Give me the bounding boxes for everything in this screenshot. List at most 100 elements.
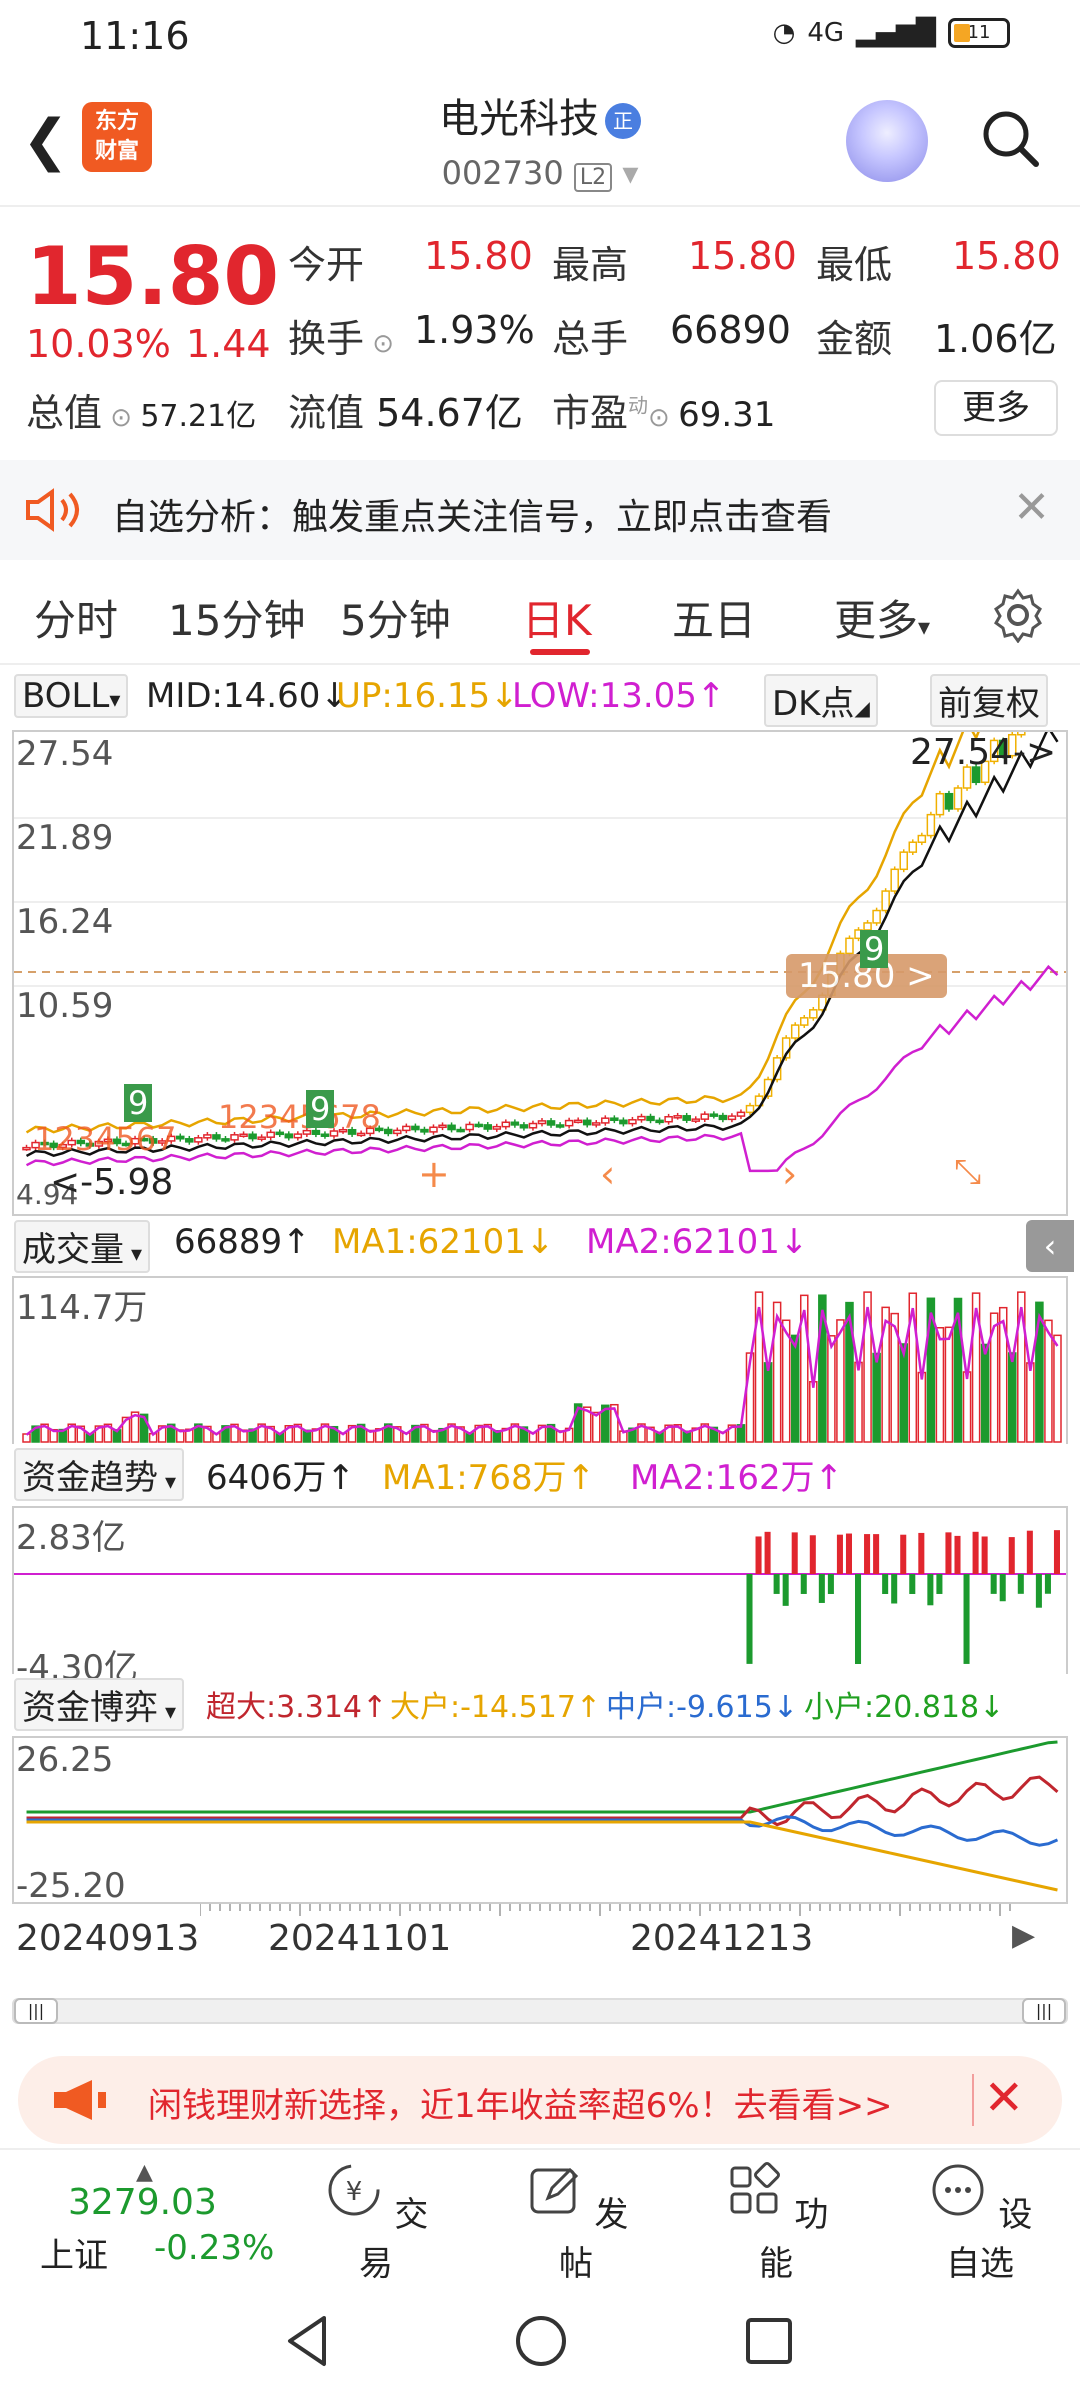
candle-body <box>555 1124 565 1128</box>
fund-game-selector[interactable]: 资金博弈 ▾ <box>14 1678 185 1731</box>
kline-chart[interactable]: 27.54 21.89 16.24 10.59 4.94 27.54-> <-5… <box>12 632 1068 1216</box>
candle-body <box>736 1111 746 1117</box>
low-value: 15.80 <box>952 234 1061 278</box>
volume-bar <box>591 1411 601 1443</box>
fund-bar <box>764 1531 771 1574</box>
fund-bar <box>845 1533 852 1574</box>
home-nav-icon[interactable] <box>514 2314 568 2368</box>
status-time: 11:16 <box>80 14 190 58</box>
index-change: -0.23% <box>154 2228 275 2268</box>
stock-header: ❮ 东方 财富 电光科技正 002730 L2 ▾ <box>0 72 1080 207</box>
candle-body <box>790 1024 800 1039</box>
tab-five-day[interactable]: 五日 <box>672 587 756 648</box>
open-item: 今开 <box>288 243 365 287</box>
fund-bar <box>1026 1530 1033 1574</box>
index-widget[interactable]: ▲ 3279.03 上证 -0.23% <box>20 2160 300 2276</box>
fund-game-axis-max: 26.25 <box>16 1740 114 1780</box>
boll-mid-line <box>25 725 1059 1158</box>
tab-more[interactable]: 更多▾ <box>834 587 930 648</box>
expand-icon[interactable]: ⤡ <box>954 1152 981 1192</box>
level2-badge: L2 <box>573 163 613 192</box>
fund-bar <box>809 1535 816 1574</box>
scroll-left-icon[interactable]: ‹ <box>600 1152 615 1196</box>
quote-panel: 15.80 10.03% 1.44 今开 15.80 最高 15.80 最低 1… <box>0 210 1080 455</box>
candle-body <box>682 1115 691 1121</box>
nine-signal-2: 9 <box>306 1090 335 1128</box>
play-icon[interactable]: ▶ <box>1012 1918 1035 1953</box>
stock-code: 002730 <box>441 154 564 192</box>
fund-trend-axis-max: 2.83亿 <box>16 1518 126 1558</box>
tab-daily-k[interactable]: 日K <box>522 587 592 648</box>
candle-body <box>537 1120 547 1125</box>
back-nav-icon[interactable] <box>282 2314 332 2368</box>
fund-trend-canvas <box>14 1530 1066 1664</box>
tab-15min[interactable]: 15分钟 <box>168 587 305 648</box>
add-watchlist-button[interactable]: 设自选 <box>920 2160 1040 2285</box>
candle-body <box>383 1128 393 1135</box>
notice-text: 自选分析：触发重点关注信号，立即点击查看 <box>112 497 833 538</box>
candle-body <box>718 1114 728 1121</box>
fund-bar <box>1008 1537 1015 1574</box>
volume-bar <box>872 1352 881 1443</box>
status-icons: ◔ 4G ▂▄▆█ 11 <box>773 18 1010 48</box>
change-amount: 1.44 <box>186 322 271 366</box>
range-slider[interactable]: ||| ||| <box>12 1998 1068 2024</box>
fund-game-line <box>26 1820 1058 1892</box>
collapse-panel-icon[interactable]: ‹ <box>1026 1220 1074 1272</box>
robot-assistant-avatar[interactable] <box>846 100 928 182</box>
status-bar: 11:16 ◔ 4G ▂▄▆█ 11 <box>0 0 1080 72</box>
fund-trend-chart[interactable]: 2.83亿 -4.30亿 <box>12 1506 1068 1688</box>
volume-bar <box>935 1327 945 1443</box>
megaphone-icon <box>54 2080 106 2120</box>
fund-game-small: 小户:20.818↓ <box>804 1690 1005 1725</box>
fund-game-mid: 中户:-9.615↓ <box>606 1690 798 1725</box>
candle-body <box>582 1119 592 1126</box>
stock-name: 电光科技 <box>439 96 599 142</box>
recents-nav-icon[interactable] <box>744 2316 794 2366</box>
tab-intraday[interactable]: 分时 <box>34 587 118 648</box>
kline-axis-max: 27.54 <box>16 734 114 774</box>
promo-banner[interactable]: 闲钱理财新选择，近1年收益率超6%！去看看>> ✕ <box>18 2056 1062 2144</box>
fund-trend-ma1: MA1:768万↑ <box>382 1458 596 1498</box>
candle-body <box>591 1122 601 1126</box>
trade-button[interactable]: ¥ 交易 <box>316 2160 436 2285</box>
date-label-3: 20241213 <box>630 1918 814 1959</box>
gear-icon[interactable] <box>990 587 1046 643</box>
fund-bar <box>918 1532 925 1574</box>
boll-selector[interactable]: BOLL▾ <box>14 674 129 718</box>
fund-bar <box>746 1574 753 1664</box>
zoom-in-icon[interactable]: + <box>418 1152 450 1196</box>
volume-selector[interactable]: 成交量 ▾ <box>14 1220 151 1273</box>
fund-trend-selector[interactable]: 资金趋势 ▾ <box>14 1448 185 1501</box>
candle-body <box>194 1137 203 1143</box>
dk-point-button[interactable]: DK点◢ <box>764 674 878 727</box>
volume-bar <box>1053 1334 1062 1443</box>
sequence-label-2: 12345678 <box>218 1098 381 1136</box>
candle-body <box>474 1123 483 1128</box>
fund-bar <box>855 1574 862 1664</box>
fund-bar <box>900 1534 907 1574</box>
close-icon[interactable]: ✕ <box>1013 482 1050 533</box>
fund-bar <box>1017 1574 1024 1594</box>
post-button[interactable]: 发帖 <box>516 2160 636 2285</box>
close-icon[interactable]: ✕ <box>984 2070 1024 2126</box>
fund-game-chart[interactable]: 26.25 -25.20 <box>12 1736 1068 1906</box>
volume-value: 66890 <box>670 308 791 352</box>
promo-divider <box>972 2074 974 2126</box>
slider-right-handle[interactable]: ||| <box>1022 1998 1066 2024</box>
more-button[interactable]: 更多 <box>934 380 1058 436</box>
scroll-right-icon[interactable]: › <box>782 1152 797 1196</box>
slider-left-handle[interactable]: ||| <box>14 1998 58 2024</box>
fund-bar <box>927 1574 934 1606</box>
tab-5min[interactable]: 5分钟 <box>340 587 451 648</box>
volume-chart[interactable]: 114.7万 <box>12 1276 1068 1444</box>
adjust-button[interactable]: 前复权 <box>930 674 1048 727</box>
turnover-value: 1.93% <box>414 308 535 352</box>
search-icon[interactable] <box>980 108 1040 168</box>
candle-body <box>709 1113 719 1117</box>
kline-axis-2: 21.89 <box>16 818 114 858</box>
function-button[interactable]: 功能 <box>716 2160 836 2285</box>
network-label: 4G <box>807 18 845 48</box>
analysis-notice[interactable]: 自选分析：触发重点关注信号，立即点击查看 ✕ <box>0 460 1080 560</box>
volume-ma2: MA2:62101↓ <box>586 1222 809 1262</box>
